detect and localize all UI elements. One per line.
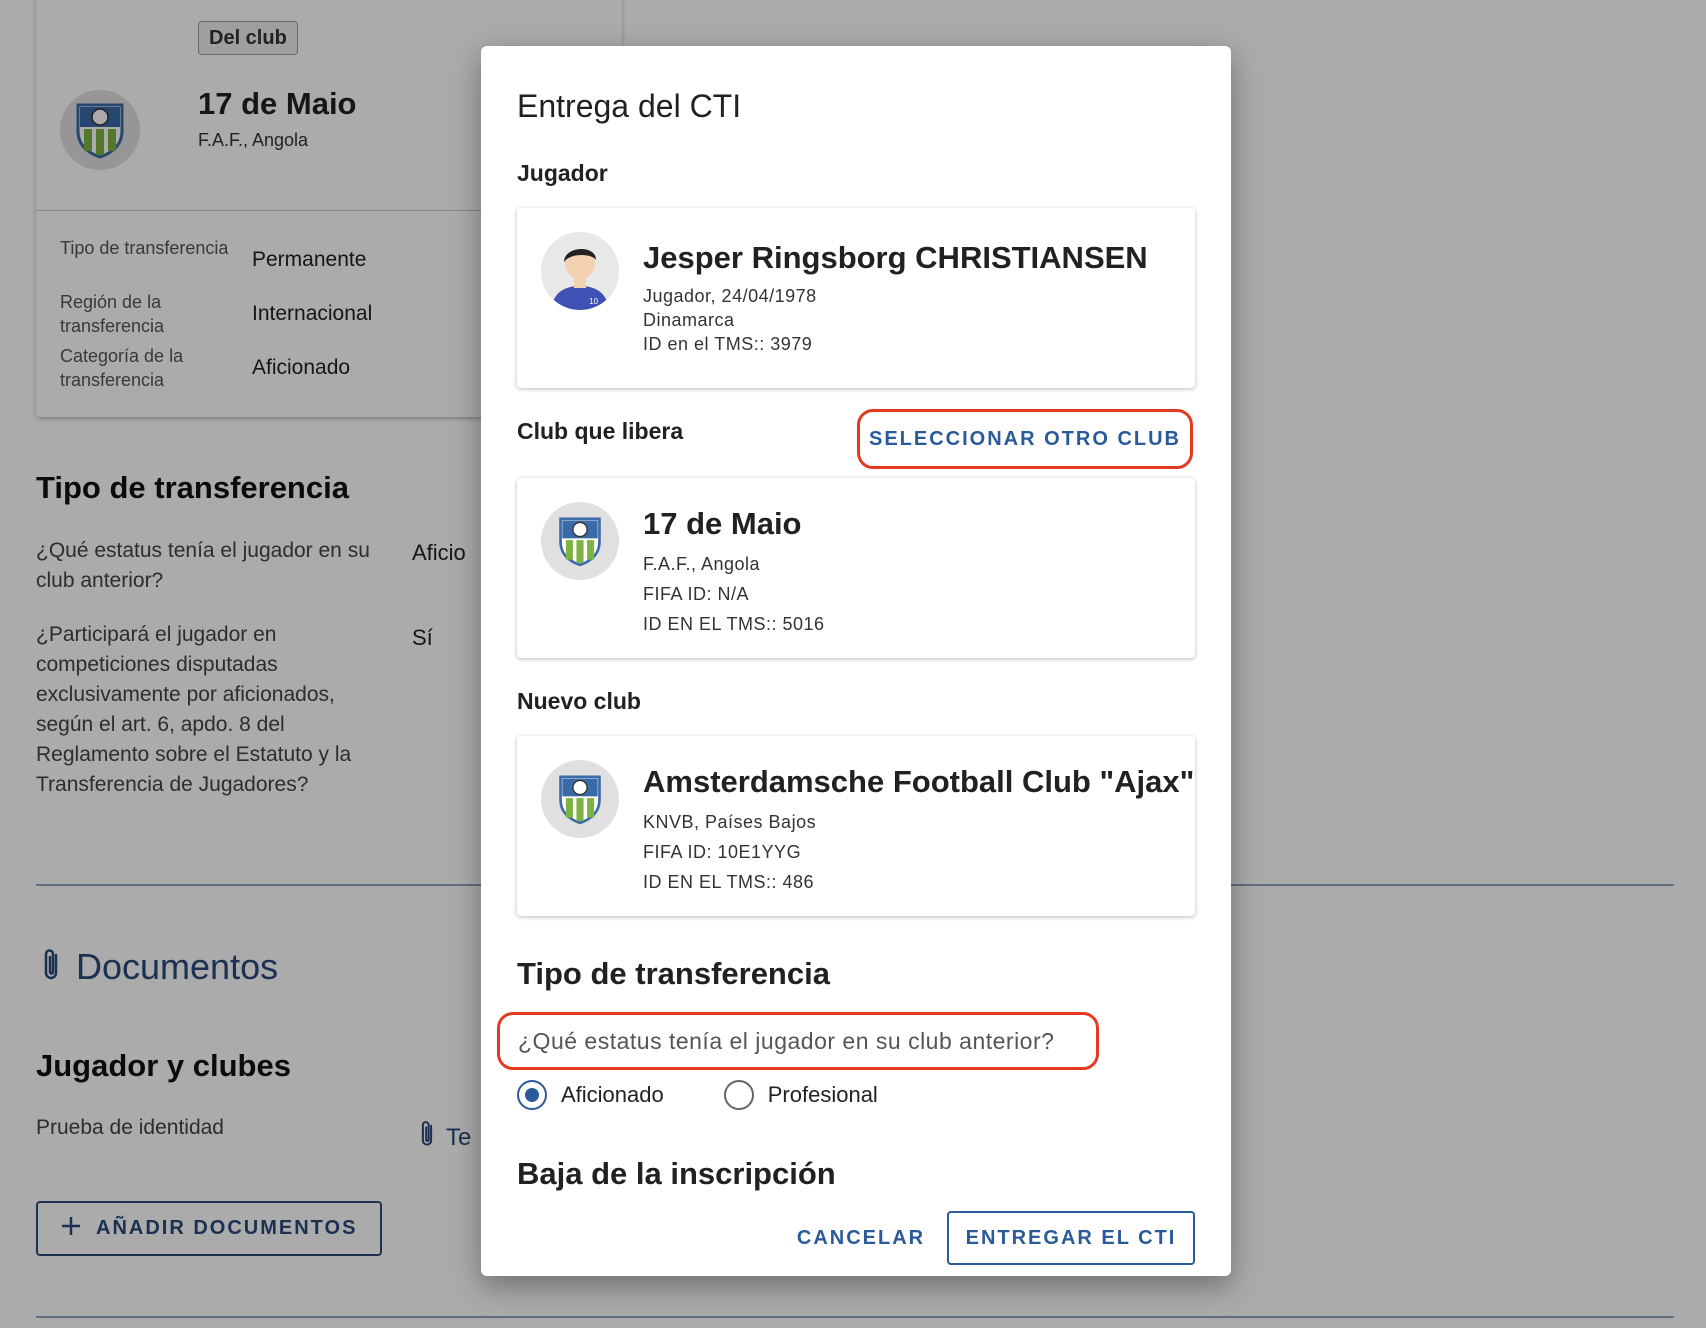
player-name: Jesper Ringsborg CHRISTIANSEN bbox=[643, 240, 1148, 275]
player-tms-id: ID en el TMS:: 3979 bbox=[643, 334, 813, 354]
status-question: ¿Qué estatus tenía el jugador en su club… bbox=[497, 1012, 1099, 1070]
new-club-federation: KNVB, Países Bajos bbox=[643, 812, 817, 832]
releasing-club-fifa-id: FIFA ID: N/A bbox=[643, 584, 750, 604]
cancel-button[interactable]: CANCELAR bbox=[781, 1211, 941, 1265]
player-avatar: 10 bbox=[541, 232, 619, 310]
new-club-name: Amsterdamsche Football Club "Ajax" bbox=[643, 764, 1195, 799]
releasing-club-label: Club que libera bbox=[517, 418, 684, 444]
radio-professional[interactable]: Profesional bbox=[723, 1080, 878, 1110]
radio-unselected-icon[interactable] bbox=[723, 1080, 754, 1110]
club-crest-icon bbox=[541, 502, 619, 580]
dialog-title: Entrega del CTI bbox=[517, 88, 742, 124]
radio-selected-icon[interactable] bbox=[517, 1080, 547, 1110]
deregistration-heading: Baja de la inscripción bbox=[517, 1156, 836, 1191]
releasing-club-card: 17 de Maio F.A.F., Angola FIFA ID: N/A I… bbox=[517, 478, 1195, 658]
new-club-label: Nuevo club bbox=[517, 688, 641, 714]
player-card: 10 Jesper Ringsborg CHRISTIANSEN Jugador… bbox=[517, 208, 1195, 388]
select-other-club-button[interactable]: SELECCIONAR OTRO CLUB bbox=[857, 409, 1193, 469]
club-crest-icon bbox=[541, 760, 619, 838]
status-radio-group: Aficionado Profesional bbox=[517, 1080, 938, 1110]
shirt-number: 10 bbox=[589, 297, 598, 306]
releasing-club-tms-id: ID EN EL TMS:: 5016 bbox=[643, 614, 825, 634]
radio-amateur-label: Aficionado bbox=[561, 1082, 664, 1107]
submit-itc-dialog: Entrega del CTI Jugador 10 Jesper Ringsb… bbox=[481, 46, 1231, 1276]
transfer-type-heading: Tipo de transferencia bbox=[517, 956, 830, 991]
submit-itc-button[interactable]: ENTREGAR EL CTI bbox=[947, 1211, 1195, 1265]
releasing-club-federation: F.A.F., Angola bbox=[643, 554, 761, 574]
new-club-fifa-id: FIFA ID: 10E1YYG bbox=[643, 842, 802, 862]
radio-professional-label: Profesional bbox=[767, 1082, 878, 1107]
new-club-card: Amsterdamsche Football Club "Ajax" KNVB,… bbox=[517, 736, 1195, 916]
new-club-tms-id: ID EN EL TMS:: 486 bbox=[643, 872, 815, 892]
radio-amateur[interactable]: Aficionado bbox=[517, 1080, 664, 1110]
player-nationality: Dinamarca bbox=[643, 310, 735, 330]
player-role-dob: Jugador, 24/04/1978 bbox=[643, 286, 817, 306]
releasing-club-name: 17 de Maio bbox=[643, 506, 802, 541]
player-label: Jugador bbox=[517, 160, 608, 186]
